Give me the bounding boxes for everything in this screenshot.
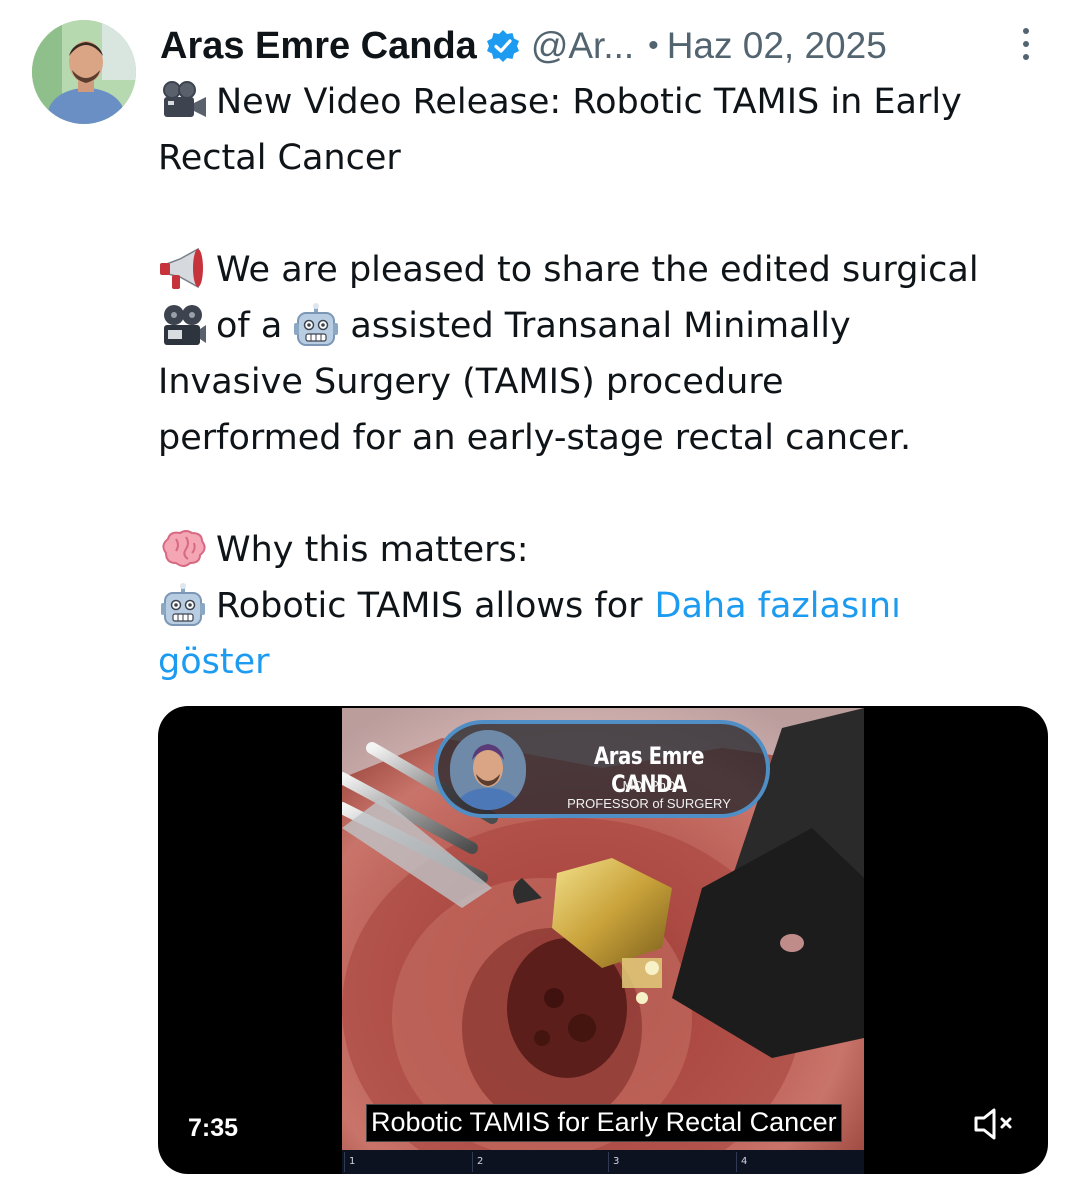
- text-segment: Why this matters:: [216, 530, 529, 570]
- more-options-icon[interactable]: [1016, 24, 1036, 64]
- video-player[interactable]: Aras Emre CANDA MD, PhD PROFESSOR of SUR…: [158, 706, 1048, 1174]
- text-line: New Video Release: Robotic TAMIS in Earl…: [158, 74, 1058, 130]
- verified-badge-icon: [485, 28, 521, 64]
- robot-emoji: [158, 583, 208, 629]
- text-line: Rectal Cancer: [158, 130, 1058, 186]
- text-line: göster: [158, 634, 1058, 690]
- mute-icon[interactable]: [972, 1104, 1020, 1144]
- text-line: Why this matters:: [158, 522, 1058, 578]
- text-line: of a assisted Transanal Minimally: [158, 298, 1058, 354]
- hud-slot: 3: [608, 1152, 737, 1172]
- text-segment: Rectal Cancer: [158, 138, 401, 178]
- video-caption: Robotic TAMIS for Early Rectal Cancer: [366, 1104, 842, 1142]
- tweet-date[interactable]: Haz 02, 2025: [667, 25, 887, 67]
- film-projector-emoji: [158, 303, 208, 349]
- brain-emoji: [158, 527, 208, 573]
- movie-camera-emoji: [158, 79, 208, 125]
- author-handle[interactable]: @Ar...: [531, 25, 634, 67]
- author-name[interactable]: Aras Emre Canda: [160, 25, 477, 68]
- video-duration: 7:35: [188, 1114, 239, 1142]
- text-segment: performed for an early-stage rectal canc…: [158, 418, 912, 458]
- hud-slot: 4: [736, 1152, 864, 1172]
- text-segment: Invasive Surgery (TAMIS) procedure: [158, 362, 784, 402]
- presenter-degree: MD, PhD: [622, 778, 676, 793]
- surgical-hud: 1 2 3 4: [342, 1150, 864, 1174]
- tweet-text: New Video Release: Robotic TAMIS in Earl…: [158, 74, 1058, 690]
- tweet-header: Aras Emre Canda @Ar... • Haz 02, 2025: [160, 18, 1040, 74]
- presenter-badge: Aras Emre CANDA MD, PhD PROFESSOR of SUR…: [434, 720, 770, 818]
- show-more-link-continued[interactable]: göster: [158, 634, 270, 690]
- separator-dot: •: [648, 29, 659, 62]
- hud-slot: 1: [344, 1152, 473, 1172]
- video-frame[interactable]: Aras Emre CANDA MD, PhD PROFESSOR of SUR…: [342, 708, 864, 1174]
- text-segment: We are pleased to share the edited surgi…: [216, 250, 979, 290]
- robot-emoji: [292, 303, 340, 349]
- text-segment: of a: [216, 306, 283, 346]
- presenter-photo: [450, 730, 526, 810]
- show-more-link[interactable]: Daha fazlasını: [655, 578, 901, 634]
- text-segment: Robotic TAMIS allows for: [216, 586, 643, 626]
- text-line: Robotic TAMIS allows for Daha fazlasını: [158, 578, 1058, 634]
- text-line: performed for an early-stage rectal canc…: [158, 410, 1058, 466]
- presenter-title: PROFESSOR of SURGERY: [567, 796, 731, 811]
- megaphone-emoji: [158, 247, 208, 293]
- text-segment: assisted Transanal Minimally: [350, 306, 851, 346]
- author-avatar[interactable]: [32, 20, 136, 124]
- text-segment: New Video Release: Robotic TAMIS in Earl…: [216, 82, 962, 122]
- text-line: We are pleased to share the edited surgi…: [158, 242, 1058, 298]
- hud-slot: 2: [472, 1152, 601, 1172]
- text-line: Invasive Surgery (TAMIS) procedure: [158, 354, 1058, 410]
